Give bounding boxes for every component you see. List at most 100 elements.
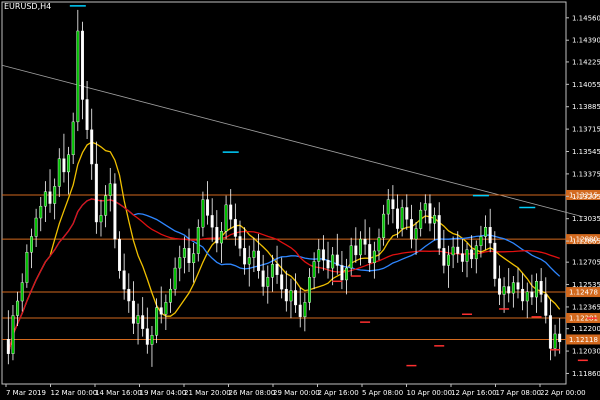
candle bbox=[548, 299, 552, 361]
candle-body bbox=[521, 288, 525, 302]
candle-body bbox=[414, 228, 418, 240]
chart-border bbox=[1, 1, 567, 385]
candle bbox=[516, 268, 520, 299]
candle-body bbox=[145, 328, 149, 345]
candle bbox=[507, 268, 511, 303]
candle bbox=[525, 282, 529, 319]
price-chart[interactable]: 1.132151.128801.124781.122811.12118 1.14… bbox=[0, 0, 600, 400]
candle-body bbox=[131, 300, 135, 324]
candle-body bbox=[326, 259, 330, 269]
candle-body bbox=[62, 158, 66, 173]
candle-body bbox=[104, 195, 108, 216]
candle-body bbox=[238, 236, 242, 249]
price-tick-label: 1.14560 bbox=[572, 14, 600, 22]
candle-body bbox=[270, 263, 274, 278]
candle-body bbox=[433, 215, 437, 224]
candle bbox=[488, 208, 492, 253]
candle-body bbox=[16, 300, 20, 316]
trendline[interactable] bbox=[1, 64, 583, 218]
candle-body bbox=[94, 163, 98, 223]
candle-body bbox=[497, 278, 501, 295]
candle bbox=[358, 231, 362, 266]
candle bbox=[474, 240, 478, 274]
candle bbox=[196, 219, 200, 262]
price-tick-label: 1.12365 bbox=[572, 303, 600, 311]
candle-body bbox=[442, 248, 446, 266]
candle bbox=[502, 277, 506, 313]
candle bbox=[266, 265, 270, 304]
candle-body bbox=[391, 199, 395, 210]
candle-body bbox=[118, 238, 121, 271]
candle-body bbox=[99, 215, 103, 223]
candle-body bbox=[345, 267, 349, 281]
candle bbox=[127, 273, 131, 313]
candle-body bbox=[516, 282, 520, 290]
candle bbox=[396, 194, 399, 238]
candle bbox=[405, 194, 409, 230]
candle-body bbox=[108, 183, 112, 196]
candle-body bbox=[539, 281, 543, 295]
candle bbox=[178, 245, 182, 282]
candle-body bbox=[465, 249, 469, 262]
horizontal-level-label: 1.12478 bbox=[569, 289, 598, 297]
chart-window[interactable]: 1.13215 1.12880 1.12478 1.12281 1.12118 1.14… bbox=[0, 0, 600, 400]
candle bbox=[284, 270, 288, 312]
candle bbox=[57, 148, 61, 197]
candle-body bbox=[261, 270, 265, 287]
candle bbox=[141, 297, 145, 337]
time-tick-label: 21 Mar 20:00 bbox=[184, 389, 231, 397]
candle bbox=[308, 268, 311, 311]
candle bbox=[409, 204, 413, 249]
candle bbox=[433, 207, 437, 241]
candle bbox=[275, 245, 279, 284]
candle bbox=[187, 228, 191, 273]
candle bbox=[321, 235, 325, 271]
moving-average-slow bbox=[7, 198, 560, 354]
candle bbox=[155, 298, 159, 344]
candle-body bbox=[141, 315, 145, 329]
candle-body bbox=[312, 261, 316, 278]
moving-average-mid bbox=[7, 198, 561, 354]
candle bbox=[470, 235, 474, 269]
candle-body bbox=[6, 339, 10, 354]
candle bbox=[511, 275, 515, 308]
candle bbox=[43, 181, 47, 222]
candle-body bbox=[275, 263, 279, 275]
candle-body bbox=[243, 248, 247, 265]
candle-body bbox=[502, 286, 506, 295]
candle-body bbox=[289, 290, 293, 302]
price-tick-label: 1.13545 bbox=[572, 148, 600, 156]
candle bbox=[391, 185, 395, 224]
candle-body bbox=[405, 207, 409, 220]
candle bbox=[67, 146, 71, 195]
price-tick-label: 1.13375 bbox=[572, 170, 600, 178]
candle bbox=[340, 250, 344, 290]
candle-body bbox=[280, 274, 284, 290]
candle-body bbox=[437, 215, 441, 249]
candle-body bbox=[67, 154, 71, 173]
candle bbox=[414, 221, 418, 255]
candle-body bbox=[423, 203, 427, 211]
candle-body bbox=[456, 246, 460, 254]
candle bbox=[247, 245, 251, 287]
time-tick-label: 26 Mar 08:00 bbox=[229, 389, 276, 397]
candle-body bbox=[488, 227, 492, 244]
candle-body bbox=[396, 208, 399, 229]
candle bbox=[447, 245, 450, 288]
price-tick-label: 1.14225 bbox=[572, 58, 600, 66]
candle bbox=[122, 253, 126, 300]
candle bbox=[303, 293, 307, 332]
candle bbox=[53, 178, 57, 220]
candle-body bbox=[71, 121, 75, 155]
candle-body bbox=[340, 265, 344, 281]
candle-body bbox=[419, 209, 423, 229]
time-tick-label: 17 Apr 08:00 bbox=[496, 389, 542, 397]
time-tick-label: 22 Apr 00:00 bbox=[540, 389, 586, 397]
horizontal-levels[interactable]: 1.132151.128801.124781.122811.12118 bbox=[2, 189, 600, 345]
candle-body bbox=[178, 257, 182, 269]
candle bbox=[345, 258, 349, 295]
candle bbox=[108, 167, 112, 212]
time-tick-label: 7 Mar 2019 bbox=[6, 389, 46, 397]
candle bbox=[20, 273, 24, 312]
candle bbox=[257, 233, 260, 279]
